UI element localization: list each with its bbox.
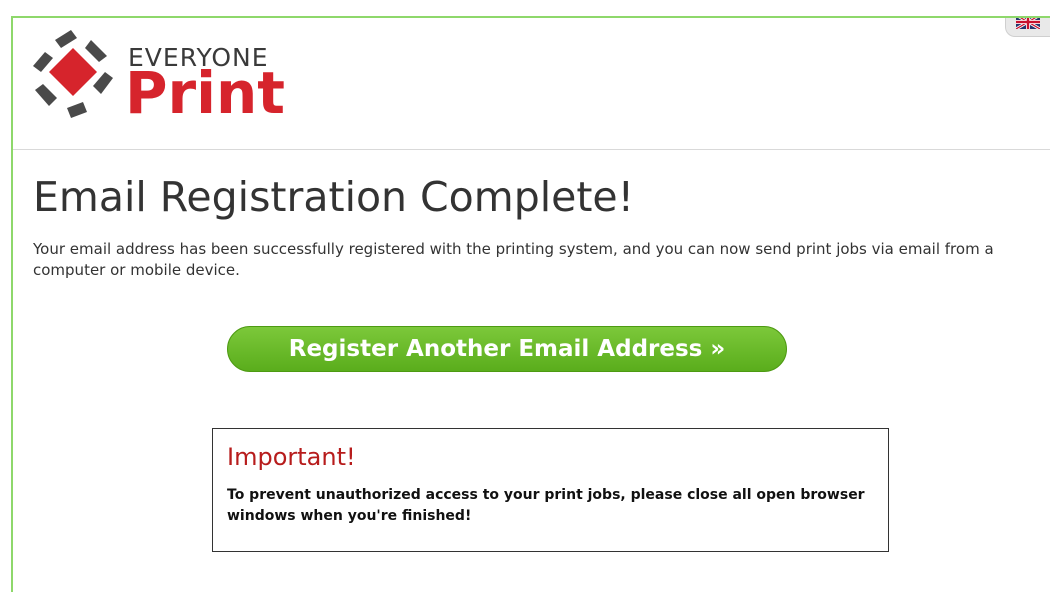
- logo-mark-icon: [33, 30, 113, 118]
- uk-flag-icon: [1016, 18, 1040, 29]
- important-heading: Important!: [227, 443, 356, 471]
- everyone-print-logo[interactable]: EVERYONE Print: [25, 26, 295, 127]
- confirmation-message: Your email address has been successfully…: [33, 240, 994, 279]
- register-another-email-button[interactable]: Register Another Email Address »: [227, 326, 787, 372]
- page-frame: EVERYONE Print Email Registration Comple…: [11, 16, 1050, 592]
- language-selector[interactable]: [1005, 18, 1050, 37]
- important-notice: Important! To prevent unauthorized acces…: [212, 428, 889, 552]
- header-divider: [13, 149, 1050, 150]
- page-title: Email Registration Complete!: [33, 173, 635, 221]
- important-text: To prevent unauthorized access to your p…: [227, 487, 865, 524]
- logo-text-print: Print: [125, 59, 286, 127]
